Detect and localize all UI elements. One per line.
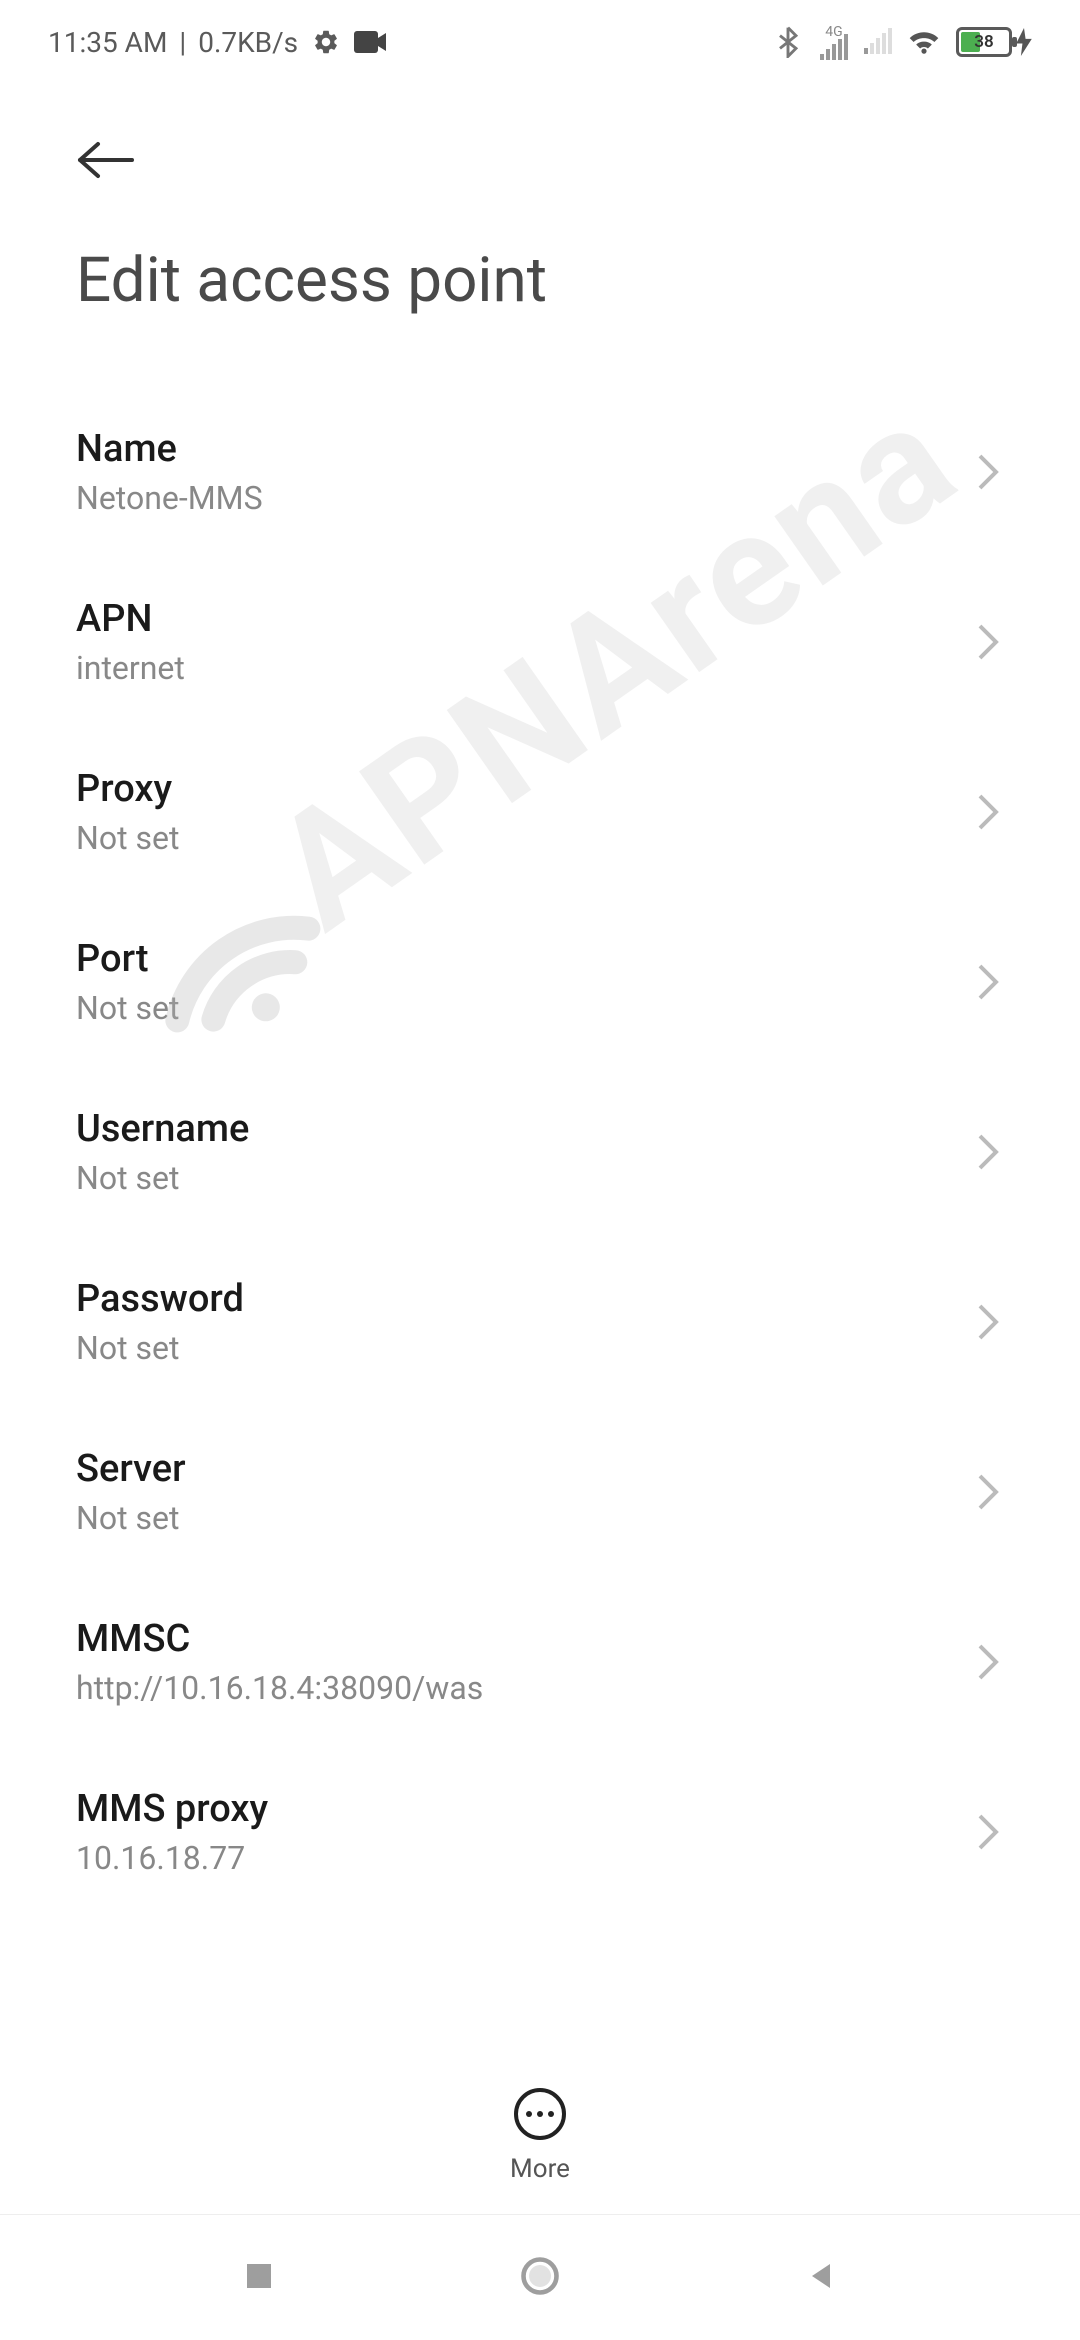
settings-item-mms-proxy[interactable]: MMS proxy 10.16.18.77 bbox=[60, 1747, 1020, 1917]
settings-item-apn[interactable]: APN internet bbox=[60, 557, 1020, 727]
status-bar: 11:35 AM | 0.7KB/s 4G 38 bbox=[0, 0, 1080, 76]
settings-item-mmsc[interactable]: MMSC http://10.16.18.4:38090/was bbox=[60, 1577, 1020, 1747]
chevron-right-icon bbox=[976, 1642, 1000, 1682]
nav-recent-button[interactable] bbox=[241, 2258, 277, 2298]
more-label: More bbox=[510, 2154, 570, 2184]
settings-item-value: internet bbox=[76, 649, 185, 687]
chevron-right-icon bbox=[976, 452, 1000, 492]
header: Edit access point bbox=[0, 76, 1080, 317]
back-button[interactable] bbox=[60, 116, 152, 204]
settings-item-value: 10.16.18.77 bbox=[76, 1839, 268, 1877]
chevron-right-icon bbox=[976, 1472, 1000, 1512]
nav-back-button[interactable] bbox=[803, 2258, 839, 2298]
settings-item-password[interactable]: Password Not set bbox=[60, 1237, 1020, 1407]
settings-item-server[interactable]: Server Not set bbox=[60, 1407, 1020, 1577]
settings-item-value: Netone-MMS bbox=[76, 479, 263, 517]
nav-bar bbox=[0, 2214, 1080, 2340]
more-icon bbox=[514, 2088, 566, 2140]
settings-item-value: http://10.16.18.4:38090/was bbox=[76, 1669, 483, 1707]
arrow-left-icon bbox=[76, 140, 136, 180]
square-icon bbox=[241, 2258, 277, 2294]
footer: More bbox=[0, 2058, 1080, 2214]
chevron-right-icon bbox=[976, 962, 1000, 1002]
settings-item-proxy[interactable]: Proxy Not set bbox=[60, 727, 1020, 897]
gear-icon bbox=[310, 26, 342, 58]
settings-item-port[interactable]: Port Not set bbox=[60, 897, 1020, 1067]
settings-item-value: Not set bbox=[76, 1159, 249, 1197]
chevron-right-icon bbox=[976, 1132, 1000, 1172]
settings-item-value: Not set bbox=[76, 989, 179, 1027]
signal-1-icon: 4G bbox=[820, 24, 848, 60]
camera-icon bbox=[354, 26, 386, 58]
settings-item-name[interactable]: Name Netone-MMS bbox=[60, 387, 1020, 557]
page-title: Edit access point bbox=[60, 244, 1020, 317]
settings-item-label: Proxy bbox=[76, 767, 179, 811]
settings-item-label: Name bbox=[76, 427, 263, 471]
settings-item-label: MMSC bbox=[76, 1617, 483, 1661]
settings-item-label: APN bbox=[76, 597, 185, 641]
settings-list: Name Netone-MMS APN internet Proxy Not s… bbox=[0, 387, 1080, 1917]
nav-home-button[interactable] bbox=[518, 2254, 562, 2302]
settings-item-label: Password bbox=[76, 1277, 244, 1321]
settings-item-label: Username bbox=[76, 1107, 249, 1151]
settings-item-label: MMS proxy bbox=[76, 1787, 268, 1831]
settings-item-value: Not set bbox=[76, 1499, 186, 1537]
chevron-right-icon bbox=[976, 622, 1000, 662]
chevron-right-icon bbox=[976, 792, 1000, 832]
circle-icon bbox=[518, 2254, 562, 2298]
more-button[interactable]: More bbox=[510, 2088, 570, 2184]
status-net-speed: 0.7KB/s bbox=[198, 26, 298, 59]
settings-item-username[interactable]: Username Not set bbox=[60, 1067, 1020, 1237]
signal-2-icon bbox=[864, 30, 892, 54]
wifi-icon bbox=[908, 26, 940, 58]
status-separator: | bbox=[179, 26, 186, 59]
settings-item-value: Not set bbox=[76, 819, 179, 857]
bluetooth-icon bbox=[772, 26, 804, 58]
settings-item-value: Not set bbox=[76, 1329, 244, 1367]
chevron-right-icon bbox=[976, 1812, 1000, 1852]
triangle-left-icon bbox=[803, 2258, 839, 2294]
settings-item-label: Server bbox=[76, 1447, 186, 1491]
chevron-right-icon bbox=[976, 1302, 1000, 1342]
battery-icon: 38 bbox=[956, 27, 1032, 57]
status-time: 11:35 AM bbox=[48, 26, 167, 59]
settings-item-label: Port bbox=[76, 937, 179, 981]
